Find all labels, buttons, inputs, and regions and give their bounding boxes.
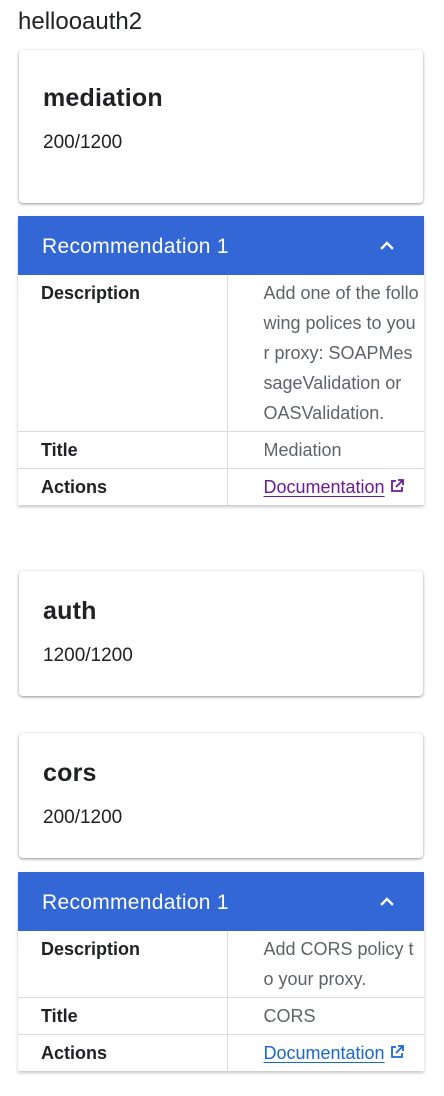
page-title: hellooauth2 bbox=[18, 8, 143, 35]
actions-label: Actions bbox=[18, 1034, 228, 1071]
recommendation-header[interactable]: Recommendation 1 bbox=[18, 872, 424, 931]
card-title: mediation bbox=[43, 84, 163, 112]
table-row: Title Mediation bbox=[18, 431, 424, 469]
score-card-mediation: mediation 200/1200 bbox=[19, 50, 423, 203]
chevron-up-icon[interactable] bbox=[380, 894, 394, 908]
description-label: Description bbox=[18, 275, 228, 432]
description-value: Add CORS policy to your proxy. bbox=[227, 931, 424, 998]
actions-label: Actions bbox=[18, 468, 228, 505]
recommendation-header[interactable]: Recommendation 1 bbox=[18, 216, 424, 275]
recommendation-table: Description Add one of the following pol… bbox=[18, 275, 424, 505]
actions-value: Documentation bbox=[227, 469, 424, 506]
recommendation-panel-mediation: Recommendation 1 Description Add one of … bbox=[18, 216, 424, 505]
card-score: 200/1200 bbox=[43, 132, 123, 153]
card-title: cors bbox=[43, 759, 97, 787]
title-label: Title bbox=[18, 431, 228, 469]
table-row: Actions Documentation bbox=[18, 468, 424, 506]
title-label: Title bbox=[18, 997, 228, 1035]
open-in-new-icon[interactable] bbox=[389, 1044, 405, 1060]
title-value: CORS bbox=[227, 997, 424, 1035]
recommendation-table: Description Add CORS policy to your prox… bbox=[18, 931, 424, 1071]
recommendation-title: Recommendation 1 bbox=[42, 235, 229, 258]
actions-value: Documentation bbox=[227, 1035, 424, 1072]
recommendation-title: Recommendation 1 bbox=[42, 891, 229, 914]
title-value: Mediation bbox=[227, 431, 424, 469]
card-score: 200/1200 bbox=[43, 807, 123, 828]
open-in-new-icon[interactable] bbox=[389, 478, 405, 494]
score-card-auth: auth 1200/1200 bbox=[19, 571, 423, 696]
card-score: 1200/1200 bbox=[43, 645, 133, 666]
description-value: Add one of the following polices to your… bbox=[227, 275, 424, 432]
description-label: Description bbox=[18, 931, 228, 998]
documentation-link[interactable]: Documentation bbox=[264, 1043, 385, 1063]
table-row: Title CORS bbox=[18, 997, 424, 1035]
table-row: Description Add one of the following pol… bbox=[18, 275, 424, 432]
recommendation-panel-cors: Recommendation 1 Description Add CORS po… bbox=[18, 872, 424, 1071]
table-row: Actions Documentation bbox=[18, 1034, 424, 1072]
chevron-up-icon[interactable] bbox=[380, 238, 394, 252]
documentation-link[interactable]: Documentation bbox=[264, 477, 385, 497]
score-card-cors: cors 200/1200 bbox=[19, 733, 423, 858]
card-title: auth bbox=[43, 597, 97, 625]
table-row: Description Add CORS policy to your prox… bbox=[18, 931, 424, 998]
